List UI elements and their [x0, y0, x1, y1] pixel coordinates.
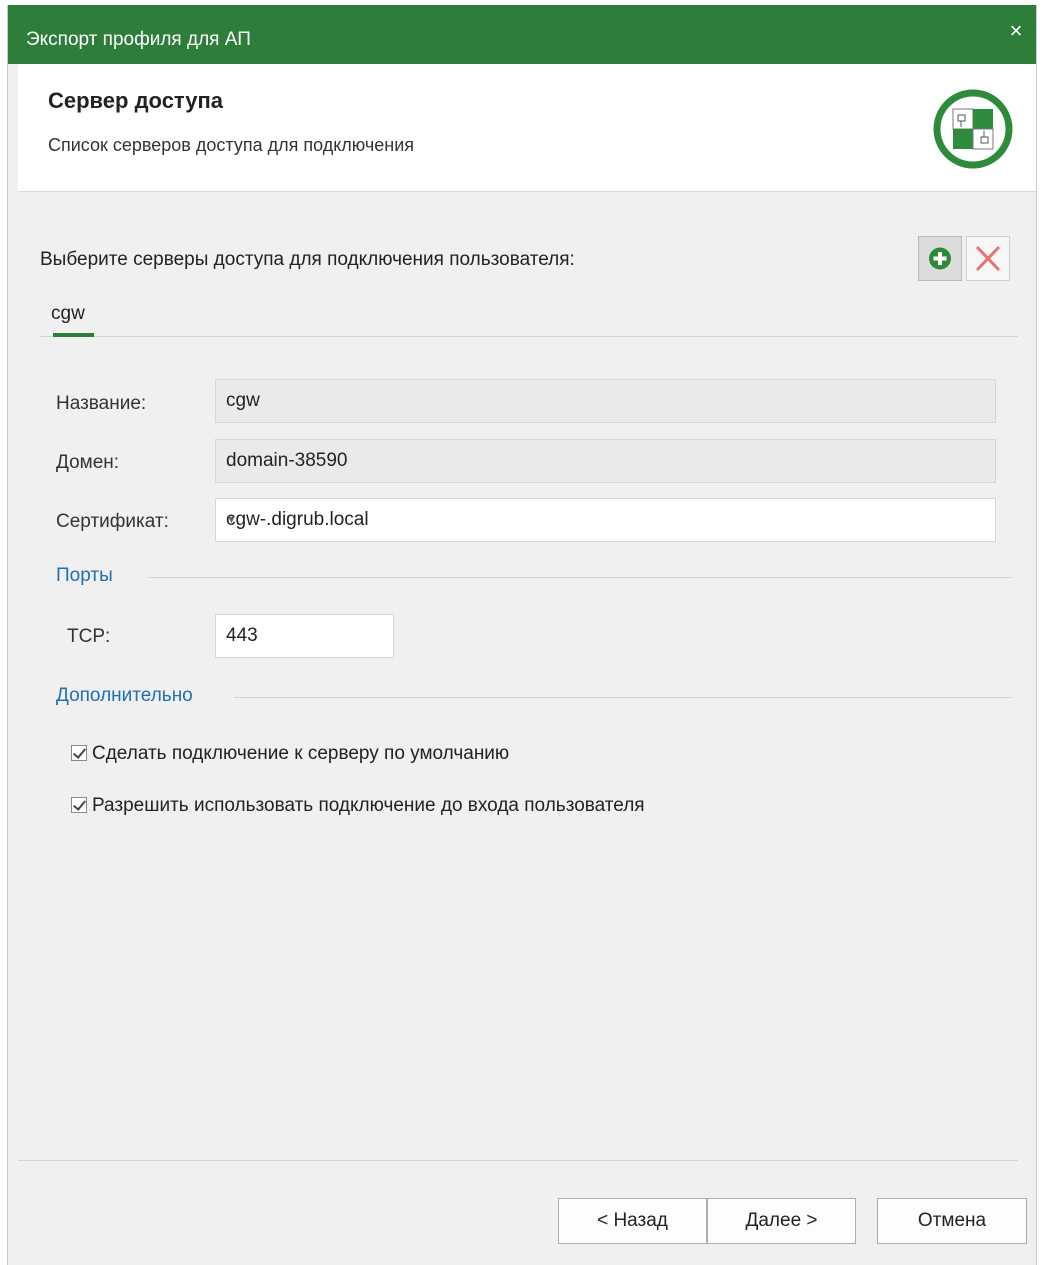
domain-value: domain-38590	[226, 450, 348, 471]
close-button[interactable]: ×	[1002, 17, 1030, 45]
checkbox-checked-icon[interactable]	[71, 797, 87, 813]
active-tab-indicator	[53, 333, 94, 337]
advanced-section-title: Дополнительно	[56, 685, 193, 706]
export-profile-dialog: Экспорт профиля для АП × Сервер доступа …	[7, 5, 1037, 1265]
cancel-button[interactable]: Отмена	[877, 1198, 1027, 1244]
name-label: Название:	[56, 393, 147, 414]
prelogon-connection-label: Разрешить использовать подключение до вх…	[92, 795, 645, 816]
wizard-header: Сервер доступа Список серверов доступа д…	[18, 64, 1036, 192]
tab-cgw[interactable]: cgw	[51, 303, 85, 325]
tcp-port-input[interactable]: 443	[215, 614, 394, 658]
certificate-dropdown[interactable]: cgw-.digrub.local ▼	[215, 498, 996, 542]
tcp-label: TCP:	[67, 626, 111, 647]
domain-field[interactable]: domain-38590	[215, 439, 996, 483]
footer-divider	[18, 1160, 1018, 1161]
back-button[interactable]: < Назад	[558, 1198, 707, 1244]
ports-section-title: Порты	[56, 565, 113, 586]
domain-label: Домен:	[56, 452, 120, 473]
advanced-separator	[234, 697, 1012, 698]
add-server-button[interactable]	[918, 236, 962, 281]
default-connection-label: Сделать подключение к серверу по умолчан…	[92, 743, 510, 764]
chevron-down-icon[interactable]: ▼	[226, 514, 981, 526]
access-server-logo-icon	[933, 89, 1013, 169]
page-title: Сервер доступа	[48, 88, 224, 113]
name-value: cgw	[226, 390, 260, 411]
name-field[interactable]: cgw	[215, 379, 996, 423]
server-select-prompt: Выберите серверы доступа для подключения…	[40, 249, 575, 270]
certificate-label: Сертификат:	[56, 511, 169, 532]
checkbox-checked-icon[interactable]	[71, 745, 87, 761]
tabs-divider	[40, 336, 1018, 337]
ports-separator	[148, 577, 1012, 578]
delete-server-button[interactable]	[966, 236, 1010, 281]
next-button[interactable]: Далее >	[707, 1198, 856, 1244]
tcp-port-value: 443	[226, 625, 258, 646]
page-subtitle: Список серверов доступа для подключения	[48, 135, 415, 155]
delete-icon	[975, 245, 1001, 272]
window-title: Экспорт профиля для АП	[26, 29, 251, 50]
add-icon	[929, 247, 951, 270]
title-bar: Экспорт профиля для АП ×	[8, 5, 1036, 64]
